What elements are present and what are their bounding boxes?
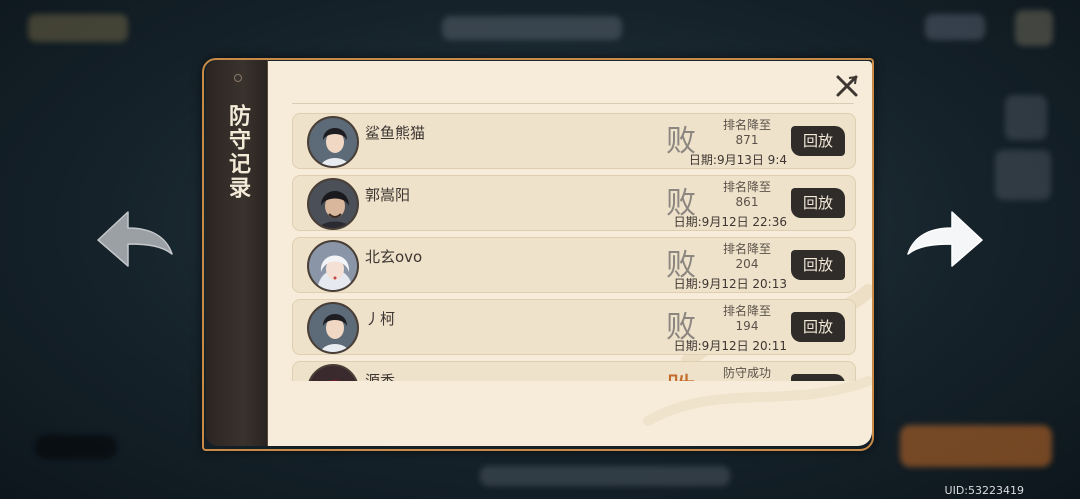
record-row: 北玄ovo 败 排名降至 204 日期:9月12日 20:13 回放 bbox=[292, 237, 856, 293]
background-hud-bottom-left bbox=[35, 435, 117, 459]
next-page-button[interactable] bbox=[906, 208, 986, 270]
background-hud-top-right bbox=[925, 14, 985, 40]
close-icon bbox=[836, 75, 858, 97]
background-hud-bottom-right-button bbox=[900, 425, 1052, 467]
list-divider bbox=[292, 103, 854, 104]
opponent-name: 北玄ovo bbox=[365, 248, 423, 266]
rank-label: 防守成功 bbox=[722, 366, 771, 380]
rank-value: 861 bbox=[735, 195, 759, 209]
background-hud-side-icon bbox=[1005, 95, 1047, 140]
rank-label: 排名降至 bbox=[722, 180, 771, 194]
battle-date: 日期:9月12日 20:13 bbox=[673, 277, 787, 291]
rank-label: 排名降至 bbox=[722, 242, 771, 256]
defense-record-dialog: 防守记录 鲨鱼熊猫 败 排名降至 871 日期:9月13日 9:4 回放 郭嵩阳… bbox=[202, 58, 874, 451]
background-hud-side-icon bbox=[995, 150, 1051, 200]
avatar bbox=[307, 116, 359, 168]
record-row: 鲨鱼熊猫 败 排名降至 871 日期:9月13日 9:4 回放 bbox=[292, 113, 856, 169]
record-row: 丿柯 败 排名降至 194 日期:9月12日 20:11 回放 bbox=[292, 299, 856, 355]
record-row: 郭嵩阳 败 排名降至 861 日期:9月12日 22:36 回放 bbox=[292, 175, 856, 231]
arrow-left-icon bbox=[97, 211, 173, 267]
dialog-title: 防守记录 bbox=[225, 104, 251, 200]
record-row: 源香 胜 防守成功 bbox=[292, 361, 856, 381]
battle-date: 日期:9月12日 20:11 bbox=[673, 339, 787, 353]
avatar bbox=[307, 178, 359, 230]
background-hud-bottom-center bbox=[480, 466, 730, 486]
previous-page-button[interactable] bbox=[94, 208, 174, 270]
avatar bbox=[307, 240, 359, 292]
dialog-side-tab: 防守记录 bbox=[206, 60, 268, 446]
rank-value: 194 bbox=[735, 319, 759, 333]
opponent-name: 丿柯 bbox=[365, 310, 396, 328]
opponent-name: 鲨鱼熊猫 bbox=[365, 124, 426, 142]
replay-button[interactable] bbox=[791, 374, 845, 381]
background-hud-top-left bbox=[28, 14, 128, 42]
rank-value: 871 bbox=[735, 133, 759, 147]
replay-button[interactable]: 回放 bbox=[791, 188, 845, 218]
background-hud-top-center bbox=[442, 16, 622, 40]
avatar bbox=[307, 302, 359, 354]
defense-record-list: 鲨鱼熊猫 败 排名降至 871 日期:9月13日 9:4 回放 郭嵩阳 败 排名… bbox=[292, 113, 856, 381]
rank-label: 排名降至 bbox=[722, 304, 771, 318]
replay-button[interactable]: 回放 bbox=[791, 126, 845, 156]
rank-value: 204 bbox=[735, 257, 759, 271]
opponent-name: 郭嵩阳 bbox=[365, 186, 411, 204]
avatar bbox=[307, 364, 359, 381]
close-button[interactable] bbox=[834, 73, 860, 99]
replay-button[interactable]: 回放 bbox=[791, 312, 845, 342]
battle-result: 胜 bbox=[666, 364, 696, 381]
battle-date: 日期:9月12日 22:36 bbox=[673, 215, 787, 229]
user-id: UID:53223419 bbox=[944, 484, 1024, 497]
rank-label: 排名降至 bbox=[722, 118, 771, 132]
record-panel: 鲨鱼熊猫 败 排名降至 871 日期:9月13日 9:4 回放 郭嵩阳 败 排名… bbox=[268, 61, 872, 446]
opponent-name: 源香 bbox=[365, 372, 396, 381]
replay-button[interactable]: 回放 bbox=[791, 250, 845, 280]
background-hud-top-right-icon bbox=[1015, 10, 1053, 46]
side-tab-ornament bbox=[234, 74, 242, 82]
arrow-right-icon bbox=[907, 211, 983, 267]
battle-date: 日期:9月13日 9:4 bbox=[688, 153, 787, 167]
